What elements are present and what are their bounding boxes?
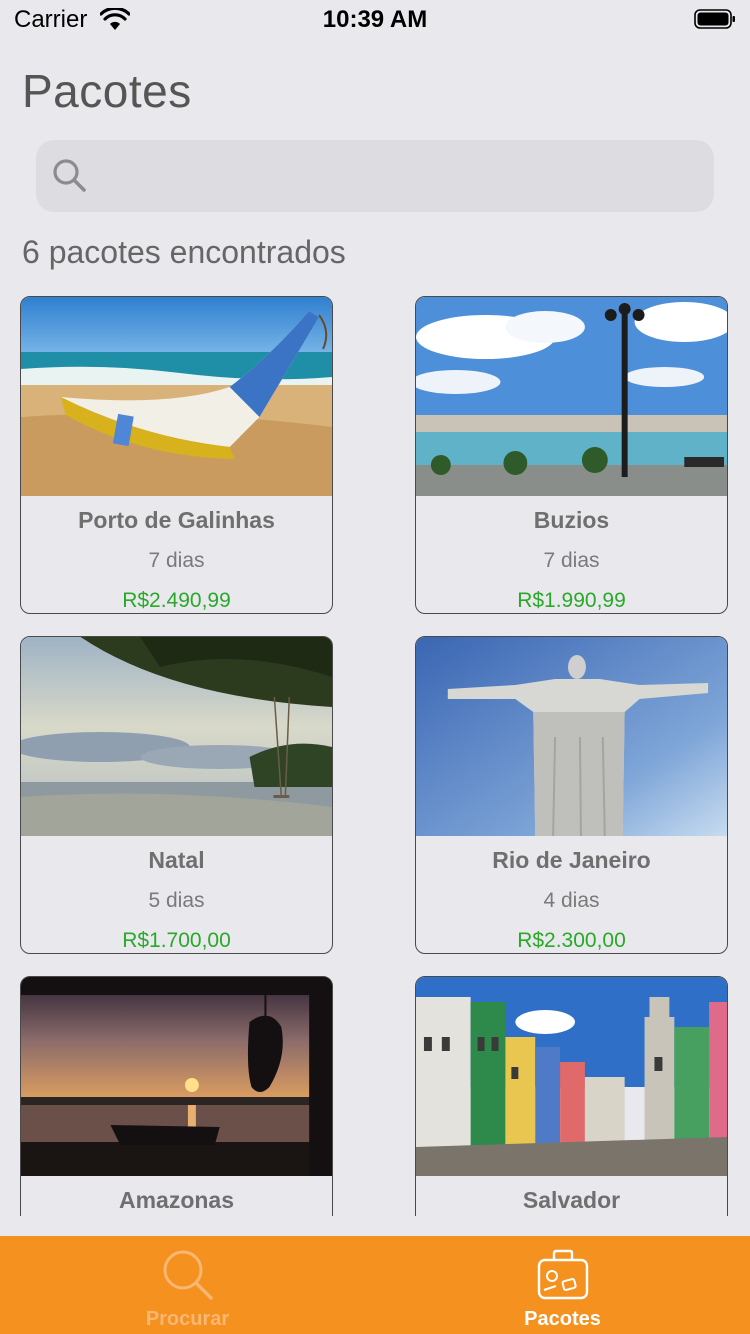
package-duration: 4 dias — [543, 889, 600, 912]
package-photo-boat-beach — [21, 297, 332, 496]
tab-procurar[interactable]: Procurar — [0, 1236, 375, 1334]
package-photo-river-sunset — [21, 977, 332, 1176]
package-name: Buzios — [533, 507, 610, 533]
tab-label: Pacotes — [524, 1308, 601, 1330]
package-price: R$1.700,00 — [122, 929, 231, 952]
package-name: Salvador — [522, 1187, 621, 1213]
battery-icon — [694, 9, 735, 29]
package-photo-christ-statue — [416, 637, 727, 836]
suitcase-icon — [537, 1249, 588, 1300]
package-duration: 7 dias — [543, 549, 600, 572]
page-title: Pacotes — [22, 65, 192, 117]
search-icon — [163, 1250, 213, 1300]
status-bar: Carrier 10:39 AM — [0, 0, 750, 40]
results-count: 6 pacotes encontrados — [22, 234, 346, 270]
package-name: Porto de Galinhas — [78, 507, 275, 533]
tab-pacotes[interactable]: Pacotes — [375, 1236, 750, 1334]
package-photo-tree-beach — [21, 637, 332, 836]
package-card[interactable]: Salvador — [415, 976, 728, 1216]
package-card[interactable]: Buzios 7 dias R$1.990,99 — [415, 296, 728, 614]
package-card[interactable]: Rio de Janeiro 4 dias R$2.300,00 — [415, 636, 728, 954]
search-input[interactable] — [108, 154, 702, 200]
package-duration: 7 dias — [148, 549, 205, 572]
package-name: Natal — [148, 847, 205, 873]
package-photo-colonial-street — [416, 977, 727, 1176]
package-price: R$2.300,00 — [517, 929, 626, 952]
package-price: R$2.490,99 — [122, 589, 231, 612]
clock: 10:39 AM — [322, 6, 428, 33]
search-bar[interactable] — [36, 140, 714, 212]
package-name: Amazonas — [118, 1187, 235, 1213]
package-duration: 5 dias — [148, 889, 205, 912]
package-card[interactable]: Amazonas — [20, 976, 333, 1216]
search-icon — [53, 159, 86, 192]
tab-label: Procurar — [145, 1308, 230, 1330]
package-card[interactable]: Porto de Galinhas 7 dias R$2.490,99 — [20, 296, 333, 614]
package-name: Rio de Janeiro — [492, 847, 651, 873]
package-price: R$1.990,99 — [517, 589, 626, 612]
package-card[interactable]: Natal 5 dias R$1.700,00 — [20, 636, 333, 954]
tab-bar: Procurar Pacotes — [0, 1236, 750, 1334]
package-grid: Porto de Galinhas 7 dias R$2.490,99 Buzi… — [0, 296, 750, 1216]
package-photo-lamppost-bay — [416, 297, 727, 496]
